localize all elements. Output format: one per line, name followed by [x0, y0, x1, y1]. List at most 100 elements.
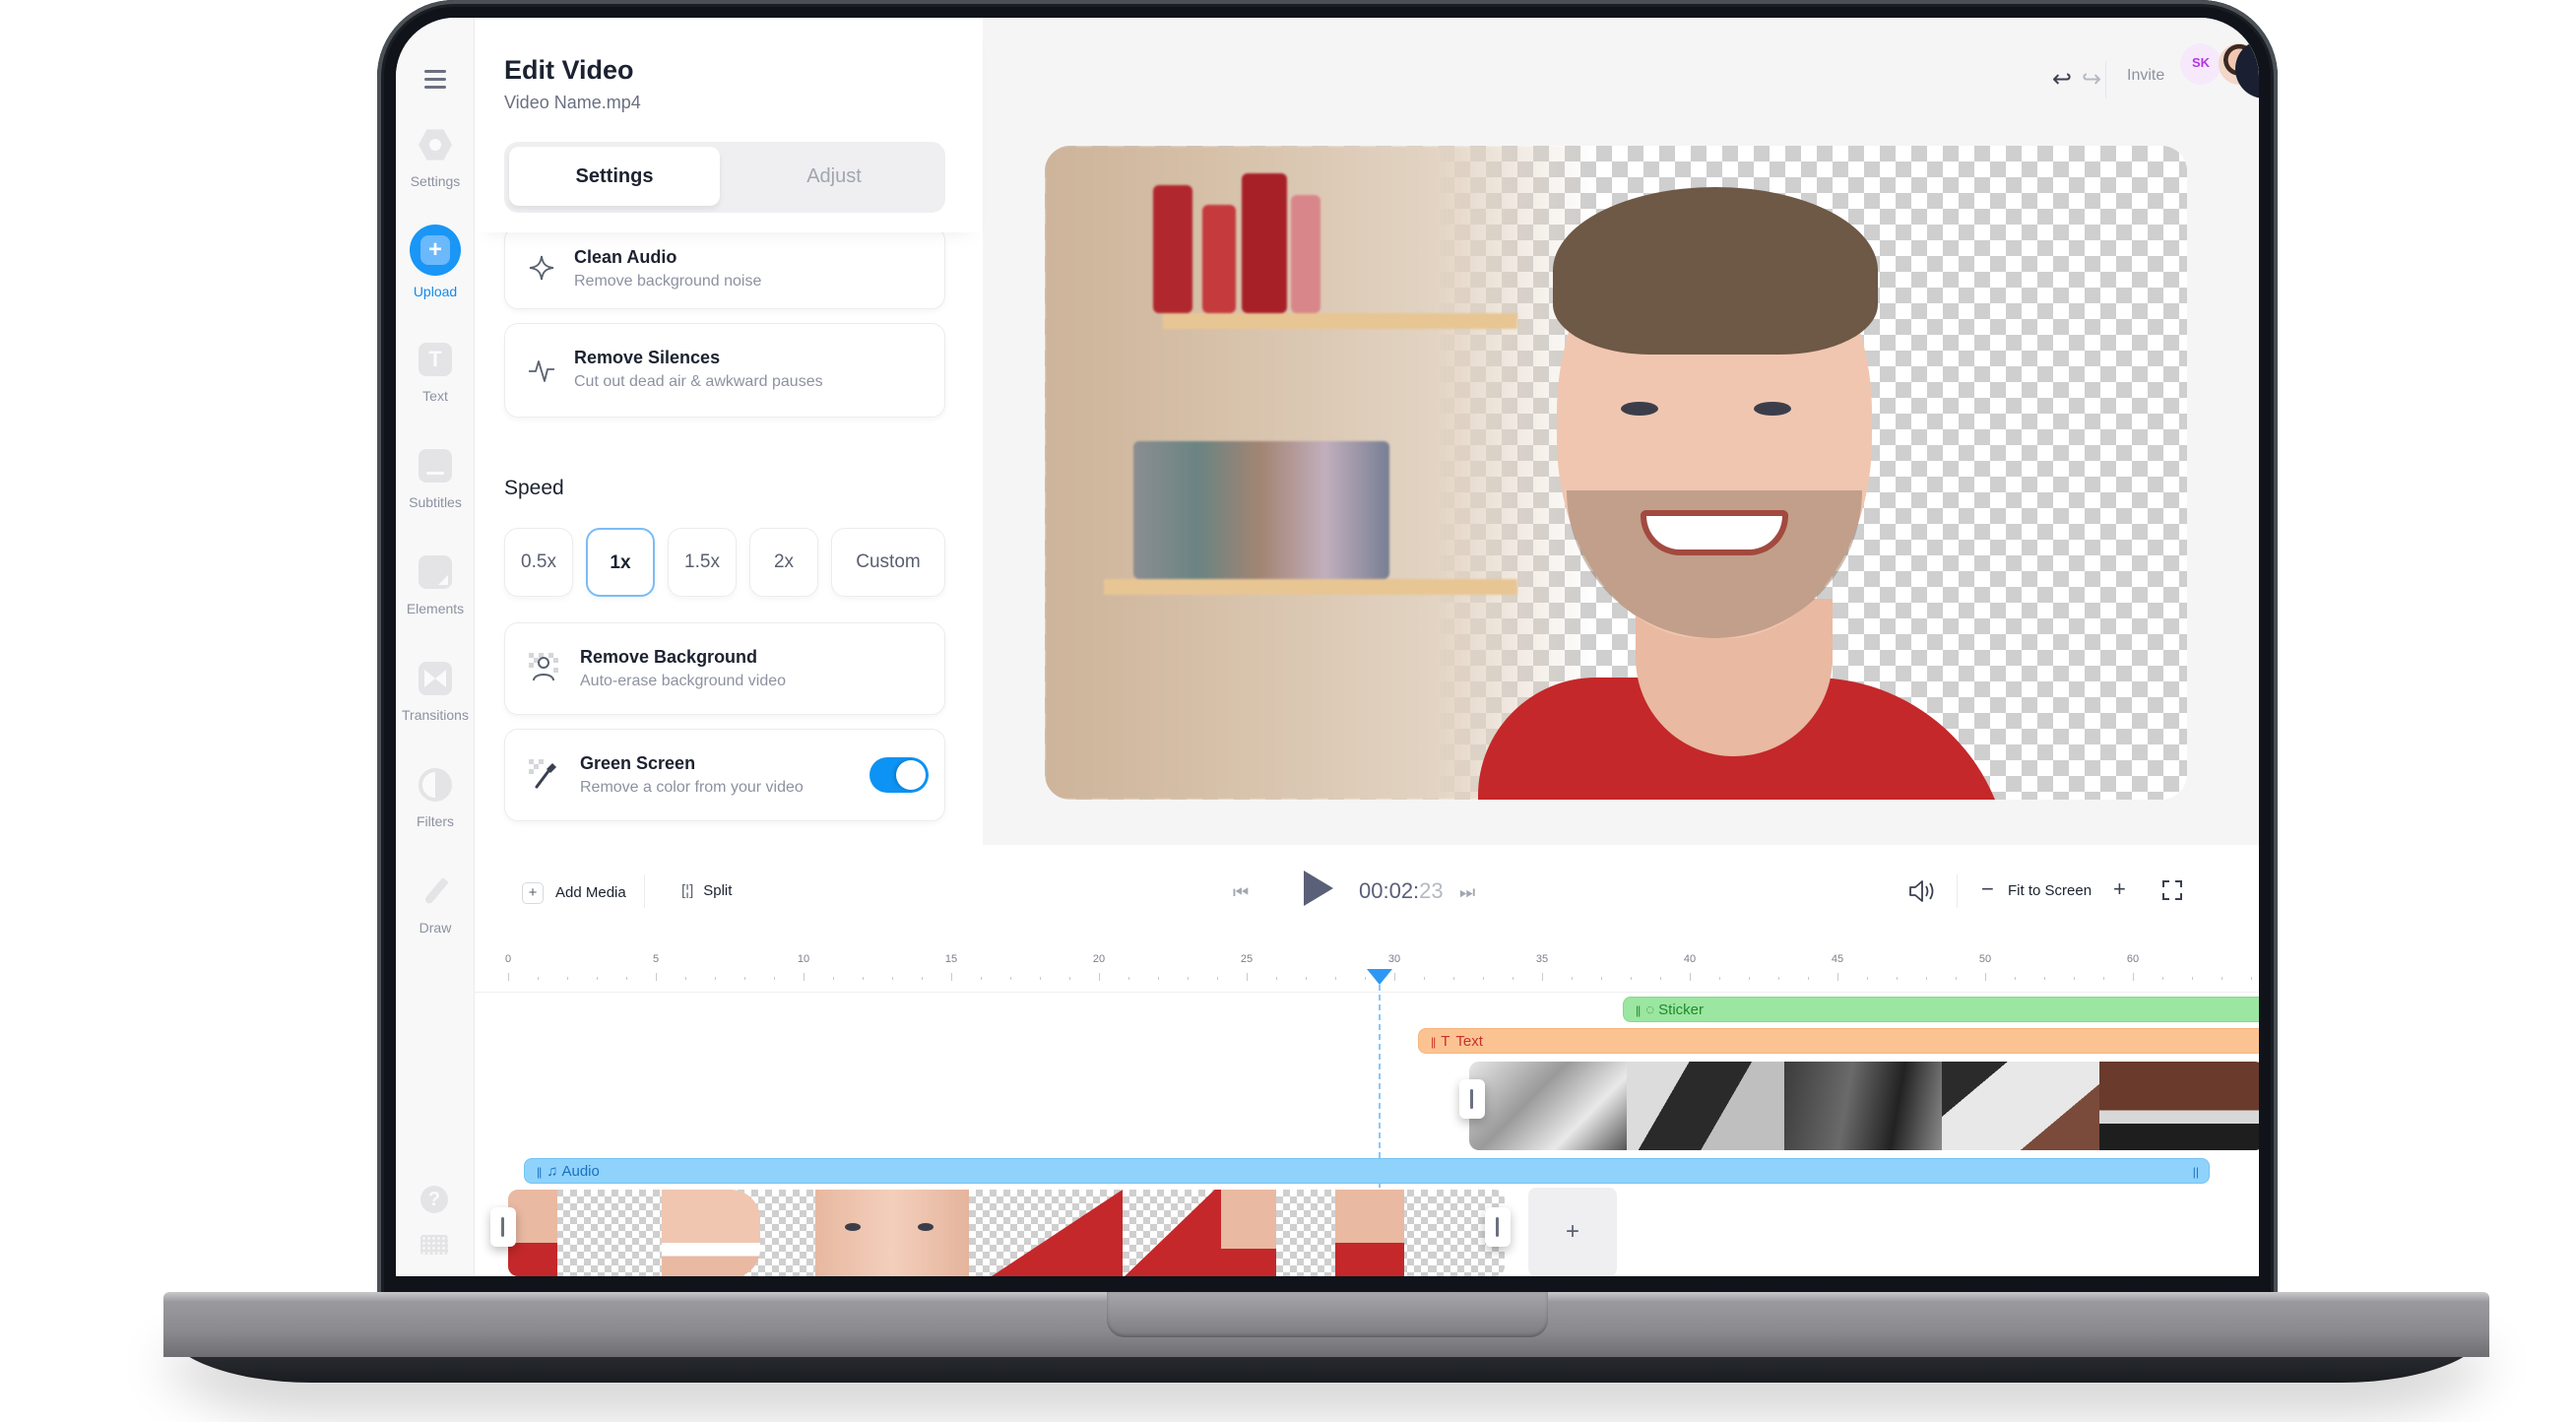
drag-grip-icon[interactable]: ||	[537, 1165, 542, 1179]
ruler-minor-tick	[2074, 977, 2075, 980]
clip-thumbnail	[1627, 1062, 1784, 1150]
add-media-button[interactable]: + Add Media	[522, 882, 626, 904]
card-title: Remove Background	[580, 647, 758, 667]
sidebar-item-settings[interactable]: Settings	[396, 128, 475, 189]
upload-icon-circle: +	[410, 225, 461, 276]
keyboard-shortcuts-icon[interactable]	[420, 1235, 448, 1255]
speed-option-custom[interactable]: Custom	[831, 528, 945, 597]
ruler-minor-tick	[1719, 977, 1720, 980]
speed-option-0-5x[interactable]: 0.5x	[504, 528, 573, 597]
card-subtitle: Auto-erase background video	[580, 673, 787, 689]
header-divider	[2105, 61, 2106, 98]
waveform-icon	[529, 360, 554, 382]
ruler-minor-tick	[1188, 977, 1189, 980]
sticker-icon: ◌	[1645, 1002, 1655, 1018]
ruler-minor-tick	[1601, 977, 1602, 980]
ruler-minor-tick	[2044, 977, 2045, 980]
add-clip-button[interactable]: +	[1528, 1188, 1617, 1276]
sidebar-item-transitions[interactable]: Transitions	[396, 662, 475, 723]
ruler-minor-tick	[1897, 977, 1898, 980]
ruler-minor-tick	[538, 977, 539, 980]
ruler-minor-tick	[715, 977, 716, 980]
ruler-minor-tick	[1069, 977, 1070, 980]
ruler-major-tick	[1542, 973, 1543, 981]
redo-icon[interactable]: ↪	[2082, 65, 2101, 94]
sidebar-item-elements[interactable]: Elements	[396, 555, 475, 616]
drag-grip-icon[interactable]: ||	[1431, 1035, 1436, 1049]
clip-trim-handle-left[interactable]	[1459, 1079, 1485, 1119]
ruler-minor-tick	[1926, 977, 1927, 980]
text-track[interactable]: || T Text	[1418, 1028, 2259, 1054]
green-screen-card[interactable]: Green Screen Remove a color from your vi…	[504, 729, 945, 821]
collaborator-avatar[interactable]: SK	[2180, 43, 2222, 85]
playhead-handle[interactable]	[1367, 969, 1392, 985]
skip-back-icon[interactable]: ⏮	[1233, 882, 1249, 903]
speed-option-2x[interactable]: 2x	[749, 528, 818, 597]
zoom-level-label[interactable]: Fit to Screen	[2008, 882, 2092, 899]
play-button[interactable]	[1304, 871, 1333, 906]
clip-thumbnail	[969, 1190, 1123, 1276]
sidebar-item-label: Upload	[413, 284, 458, 299]
person-checker-icon	[529, 653, 558, 681]
ruler-minor-tick	[2192, 977, 2193, 980]
speed-option-1x[interactable]: 1x	[586, 528, 655, 597]
drag-grip-icon-end[interactable]: ||	[2193, 1159, 2199, 1183]
sidebar-item-text[interactable]: Text	[396, 343, 475, 404]
audio-track[interactable]: || ♫ Audio ||	[524, 1158, 2210, 1184]
ruler-minor-tick	[774, 977, 775, 980]
split-label: Split	[703, 882, 733, 899]
broll-clip[interactable]	[1469, 1062, 2259, 1150]
clip-thumbnail	[662, 1190, 815, 1276]
tab-adjust[interactable]: Adjust	[729, 147, 939, 206]
ruler-tick-label: 0	[504, 953, 512, 965]
ruler-major-tick	[1394, 973, 1395, 981]
green-screen-toggle[interactable]	[869, 757, 929, 793]
remove-silences-card[interactable]: Remove Silences Cut out dead air & awkwa…	[504, 323, 945, 418]
ruler-major-tick	[656, 973, 657, 981]
track-label: Text	[1455, 1033, 1483, 1050]
clip-thumbnail	[1942, 1062, 2099, 1150]
ruler-minor-tick	[863, 977, 864, 980]
hamburger-menu-icon[interactable]	[418, 65, 453, 95]
speed-option-1-5x[interactable]: 1.5x	[668, 528, 737, 597]
ruler-minor-tick	[1631, 977, 1632, 980]
ruler-major-tick	[1837, 973, 1838, 981]
clip-trim-handle-right[interactable]	[1485, 1207, 1511, 1247]
zoom-in-button[interactable]: +	[2113, 876, 2126, 902]
tab-settings[interactable]: Settings	[509, 147, 720, 206]
sidebar-item-label: Draw	[419, 920, 452, 936]
ruler-tick-label: 10	[797, 953, 810, 965]
video-preview[interactable]	[1045, 146, 2187, 800]
sidebar-item-upload[interactable]: + Upload	[396, 225, 475, 299]
clean-audio-card[interactable]: Clean Audio Remove background noise	[504, 226, 945, 309]
elements-icon	[419, 555, 452, 589]
drag-grip-icon[interactable]: ||	[1636, 1003, 1641, 1017]
clip-thumbnail	[1123, 1190, 1276, 1276]
ruler-minor-tick	[1365, 977, 1366, 980]
remove-background-card[interactable]: Remove Background Auto-erase background …	[504, 622, 945, 715]
sidebar-item-filters[interactable]: Filters	[396, 768, 475, 829]
undo-icon[interactable]: ↩	[2052, 65, 2072, 94]
ruler-minor-tick	[1572, 977, 1573, 980]
ruler-minor-tick	[597, 977, 598, 980]
sidebar: Settings + Upload Text Subtitles Element…	[396, 18, 475, 1276]
volume-icon[interactable]	[1908, 878, 1938, 904]
fullscreen-icon[interactable]	[2162, 880, 2182, 900]
sidebar-item-subtitles[interactable]: Subtitles	[396, 449, 475, 510]
split-button[interactable]: [¦] Split	[681, 882, 732, 899]
app-screen: Settings + Upload Text Subtitles Element…	[396, 18, 2259, 1276]
skip-forward-icon[interactable]: ⏭	[1459, 882, 1475, 903]
clip-trim-handle-left[interactable]	[490, 1207, 516, 1247]
sidebar-item-draw[interactable]: Draw	[396, 874, 475, 936]
ruler-minor-tick	[1010, 977, 1011, 980]
card-title: Remove Silences	[574, 348, 721, 367]
invite-button[interactable]: Invite	[2127, 67, 2164, 85]
sidebar-item-label: Filters	[416, 813, 455, 829]
sticker-track[interactable]: || ◌ Sticker	[1623, 997, 2259, 1022]
ruler-minor-tick	[1128, 977, 1129, 980]
main-video-clip[interactable]	[508, 1190, 1505, 1276]
ruler-minor-tick	[2103, 977, 2104, 980]
upload-icon: +	[420, 235, 450, 265]
zoom-out-button[interactable]: −	[1981, 876, 1994, 902]
help-icon[interactable]: ?	[420, 1186, 448, 1213]
